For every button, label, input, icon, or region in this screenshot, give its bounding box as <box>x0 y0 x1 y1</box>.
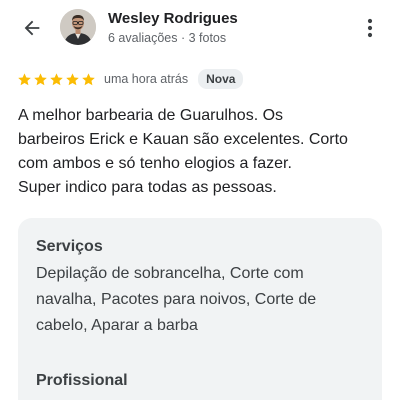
review-text-line: barbeiros Erick e Kauan são excelentes. … <box>18 131 348 148</box>
star-icon <box>82 72 95 85</box>
star-icon <box>66 72 79 85</box>
star-icon <box>34 72 47 85</box>
avatar-photo <box>60 9 96 45</box>
services-line: navalha, Pacotes para noivos, Corte de <box>36 291 317 308</box>
author-meta: 6 avaliações · 3 fotos <box>108 31 227 45</box>
review-details-card: Serviços Depilação de sobrancelha, Corte… <box>18 218 382 400</box>
review-text-line: Super indico para todas as pessoas. <box>18 179 277 196</box>
star-rating <box>17 72 96 87</box>
review-screen: Wesley Rodrigues 6 avaliações · 3 fotos … <box>0 0 400 400</box>
rating-row: uma hora atrás Nova <box>17 68 244 90</box>
services-line: cabelo, Aparar a barba <box>36 317 198 334</box>
arrow-back-icon <box>24 20 40 36</box>
more-vert-icon <box>367 18 373 38</box>
star-icon <box>18 72 31 85</box>
more-options-button[interactable] <box>358 14 382 42</box>
services-title: Serviços <box>36 238 103 255</box>
review-time: uma hora atrás <box>104 72 189 86</box>
new-badge: Nova <box>198 69 244 89</box>
review-header: Wesley Rodrigues 6 avaliações · 3 fotos <box>0 0 400 60</box>
services-line: Depilação de sobrancelha, Corte com <box>36 265 304 282</box>
author-name[interactable]: Wesley Rodrigues <box>108 10 238 27</box>
back-button[interactable] <box>18 14 46 42</box>
star-icon <box>50 72 63 85</box>
review-text-line: A melhor barbearia de Guarulhos. Os <box>18 107 284 124</box>
review-text: A melhor barbearia de Guarulhos. Os barb… <box>18 104 388 200</box>
review-text-line: com ambos e só tenho elogios a fazer. <box>18 155 292 172</box>
author-avatar[interactable] <box>60 9 96 45</box>
services-value: Depilação de sobrancelha, Corte com nava… <box>36 261 366 339</box>
professional-title: Profissional <box>36 372 128 389</box>
